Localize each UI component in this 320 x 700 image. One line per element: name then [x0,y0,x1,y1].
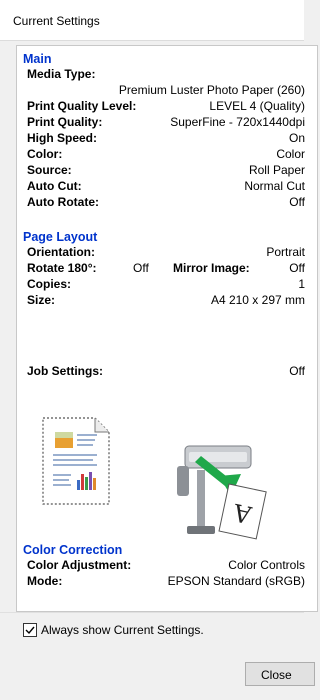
source-label: Source: [27,163,72,177]
mirror-image-label: Mirror Image: [173,261,250,275]
mirror-image-value: Off [289,261,305,275]
rotate-180-value: Off [133,261,149,275]
settings-panel: Main Media Type: Premium Luster Photo Pa… [16,45,318,612]
print-quality-level-label: Print Quality Level: [27,99,137,113]
size-value: A4 210 x 297 mm [210,293,305,307]
footer-divider [0,612,304,613]
document-preview-icon [42,417,110,505]
size-label: Size: [27,293,56,307]
print-quality-label: Print Quality: [27,115,103,129]
auto-rotate-value: Off [289,195,305,209]
job-settings-label: Job Settings: [27,364,104,378]
high-speed-value: On [288,131,305,145]
orientation-value: Portrait [266,245,305,259]
source-value: Roll Paper [248,163,305,177]
color-adjustment-value: Color Controls [228,558,305,572]
orientation-label: Orientation: [27,245,95,259]
auto-cut-value: Normal Cut [244,179,305,193]
color-label: Color: [27,147,63,161]
print-quality-level-value: LEVEL 4 (Quality) [209,99,305,113]
mode-label: Mode: [27,574,63,588]
section-color-correction-heading: Color Correction [23,543,123,557]
title-bar: Current Settings [0,0,304,41]
job-settings-value: Off [289,364,305,378]
mode-value: EPSON Standard (sRGB) [167,574,305,588]
copies-label: Copies: [27,277,72,291]
checkmark-icon [25,626,35,635]
window-title: Current Settings [13,14,100,28]
close-button[interactable]: Close [245,662,315,686]
printer-icon: A [177,445,267,540]
print-quality-value: SuperFine - 720x1440dpi [170,115,305,129]
section-page-layout-heading: Page Layout [23,230,98,244]
media-type-value: Premium Luster Photo Paper (260) [118,83,305,97]
auto-rotate-label: Auto Rotate: [27,195,99,209]
always-show-checkbox[interactable] [23,623,37,637]
section-main-heading: Main [23,52,52,66]
rotate-180-label: Rotate 180°: [27,261,97,275]
media-type-label: Media Type: [27,67,96,81]
copies-value: 1 [298,277,305,291]
color-value: Color [276,147,305,161]
always-show-label[interactable]: Always show Current Settings. [41,623,204,637]
auto-cut-label: Auto Cut: [27,179,82,193]
color-adjustment-label: Color Adjustment: [27,558,132,572]
high-speed-label: High Speed: [27,131,98,145]
